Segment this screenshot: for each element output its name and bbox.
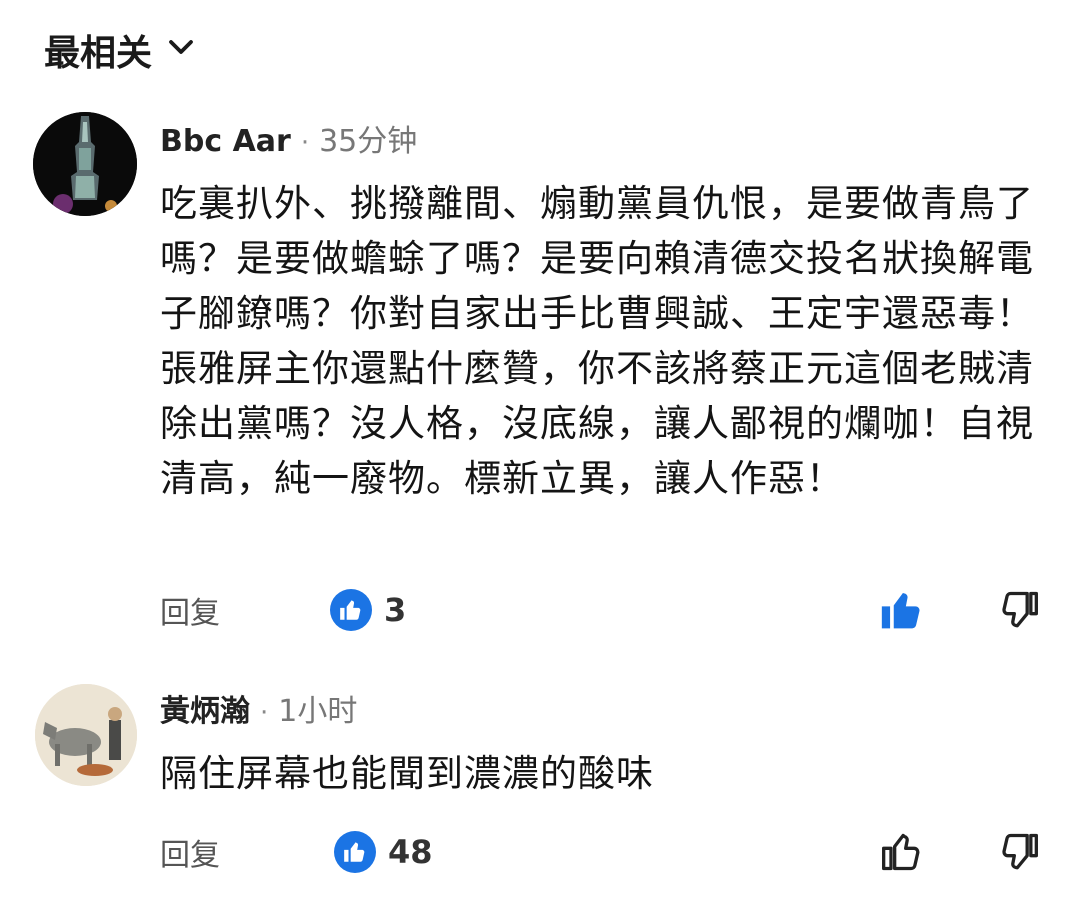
comment-author[interactable]: 黃炳瀚 (160, 686, 250, 730)
sort-dropdown[interactable]: 最相关 (44, 24, 196, 76)
dislike-button[interactable] (996, 830, 1040, 874)
separator-dot: · (260, 698, 269, 728)
like-count: 48 (388, 833, 433, 871)
tower-image (33, 112, 137, 216)
separator-dot: · (300, 128, 310, 158)
like-button[interactable] (880, 588, 924, 632)
comment-text: 隔住屏幕也能聞到濃濃的酸味 (160, 752, 654, 795)
comment-time: 1小时 (278, 694, 358, 729)
thumbs-down-icon (1002, 833, 1038, 870)
avatar[interactable] (35, 684, 137, 786)
thumbs-down-icon (1002, 591, 1038, 628)
like-count: 3 (384, 591, 407, 629)
dislike-button[interactable] (996, 588, 1040, 632)
avatar[interactable] (33, 112, 137, 216)
like-button[interactable] (880, 830, 924, 874)
thumbs-up-filled-icon (881, 592, 920, 629)
reply-button[interactable]: 回复 (160, 830, 220, 874)
sort-label: 最相关 (44, 33, 153, 74)
comment-time: 35分钟 (319, 124, 418, 159)
donkey-image (35, 684, 137, 786)
thumbs-up-icon (340, 600, 361, 620)
like-count-badge (330, 589, 372, 631)
like-count-badge (334, 831, 376, 873)
comment-text: 吃裏扒外、挑撥離間、煽動黨員仇恨，是要做青鳥了嗎？是要做蟾蜍了嗎？是要向賴清德交… (160, 182, 1034, 500)
thumbs-up-icon (344, 842, 365, 862)
reply-button[interactable]: 回复 (160, 588, 220, 632)
comment-author[interactable]: Bbc Aar (160, 124, 291, 159)
chevron-down-icon (166, 30, 196, 71)
thumbs-up-outline-icon (882, 833, 920, 871)
